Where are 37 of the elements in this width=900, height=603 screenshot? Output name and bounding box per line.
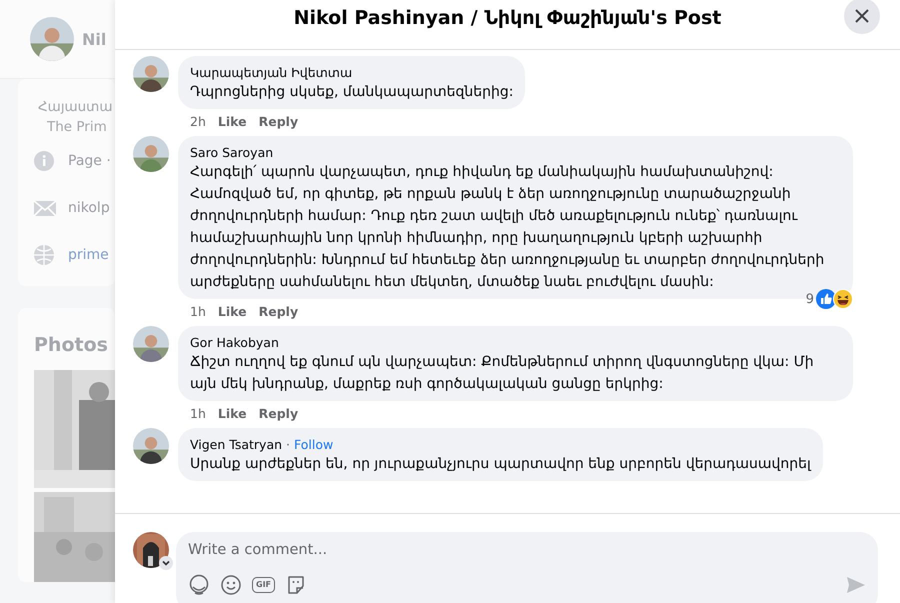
author-name[interactable]: Saro Saroyan xyxy=(190,144,274,161)
reaction-count: 9 xyxy=(806,292,814,306)
about-text: Հայաստա xyxy=(37,98,114,117)
timestamp: 2h xyxy=(190,114,206,128)
info-text: Page · xyxy=(68,152,111,168)
comment-text: Սրանք արժեքներ են, որ յուրաքանչյուրս պարտավոր ենք սրբորեն վերադասավորել xyxy=(190,455,811,474)
globe-icon xyxy=(34,244,56,264)
info-icon xyxy=(34,150,56,170)
reply-link[interactable]: Reply xyxy=(258,304,298,318)
laughing-emoji-icon xyxy=(833,289,853,309)
timestamp: 1h xyxy=(190,406,206,420)
comment-text: Դպրոցներից սկսեք, մանկապարտեզներից: xyxy=(190,83,514,102)
comment-text: Հարգելի՛ պարոն վարչապետ, դուք հիվանդ եք մանիակային համախտանիշով: Համոզված եմ, որ գիտեք, թե որքան թանկ է ձեր առողջությունը տարածաշրջանի ժողովուրդների համար: Դուք դեռ շատ ավելի մեծ առաքելություն ունեք՝ դառնալու համաշխարհային նոր կրոնի հիմնադիր, որը խաղաղություն կբերի աշխարհի ժողովուրդներին: Խնդրում եմ հետեւեք ձեր առողջությանը եւ տարբեր ժողովուրդների արժեքները սահմանելու հետ մեկտեղ, մտածեք նաեւ բուժվելու մասին: xyxy=(190,163,826,292)
dialog-title: Nikol Pashinyan / Նիկոլ Փաշինյան's Post xyxy=(294,6,722,28)
comment-text: Ճիշտ ուղղով եք գնում պն վարչապետ: Քոմենթներում տիրող վնգստոցները վկա: Մի այն մեկ խնդրանք, մաքրեք ռսի գործակալական ցանցը երկրից: xyxy=(190,353,815,394)
close-icon xyxy=(855,9,869,23)
author-name[interactable]: Կարապետյան Իվետտա xyxy=(190,64,352,81)
chevron-down-icon xyxy=(159,556,173,570)
close-button[interactable] xyxy=(844,0,880,34)
emoji-icon[interactable] xyxy=(220,574,242,596)
about-text: The Prim xyxy=(46,118,108,137)
follow-link[interactable]: Follow xyxy=(294,436,334,453)
separator-dot: · xyxy=(286,436,290,453)
author-name[interactable]: Gor Hakobyan xyxy=(190,334,279,351)
avatar-sticker-icon[interactable] xyxy=(188,574,210,596)
reply-link[interactable]: Reply xyxy=(258,406,298,420)
comment-input-field[interactable]: Write a comment... GIF xyxy=(176,532,878,603)
like-link[interactable]: Like xyxy=(218,406,247,420)
reply-link[interactable]: Reply xyxy=(258,114,298,128)
gif-button[interactable]: GIF xyxy=(252,577,276,593)
info-text: nikolp xyxy=(68,200,110,216)
thumbs-up-icon xyxy=(816,289,836,309)
author-name[interactable]: Vigen Tsatryan xyxy=(190,436,282,453)
like-link[interactable]: Like xyxy=(218,304,247,318)
like-link[interactable]: Like xyxy=(218,114,247,128)
section-title: Photos xyxy=(34,334,109,356)
timestamp: 1h xyxy=(190,304,206,318)
